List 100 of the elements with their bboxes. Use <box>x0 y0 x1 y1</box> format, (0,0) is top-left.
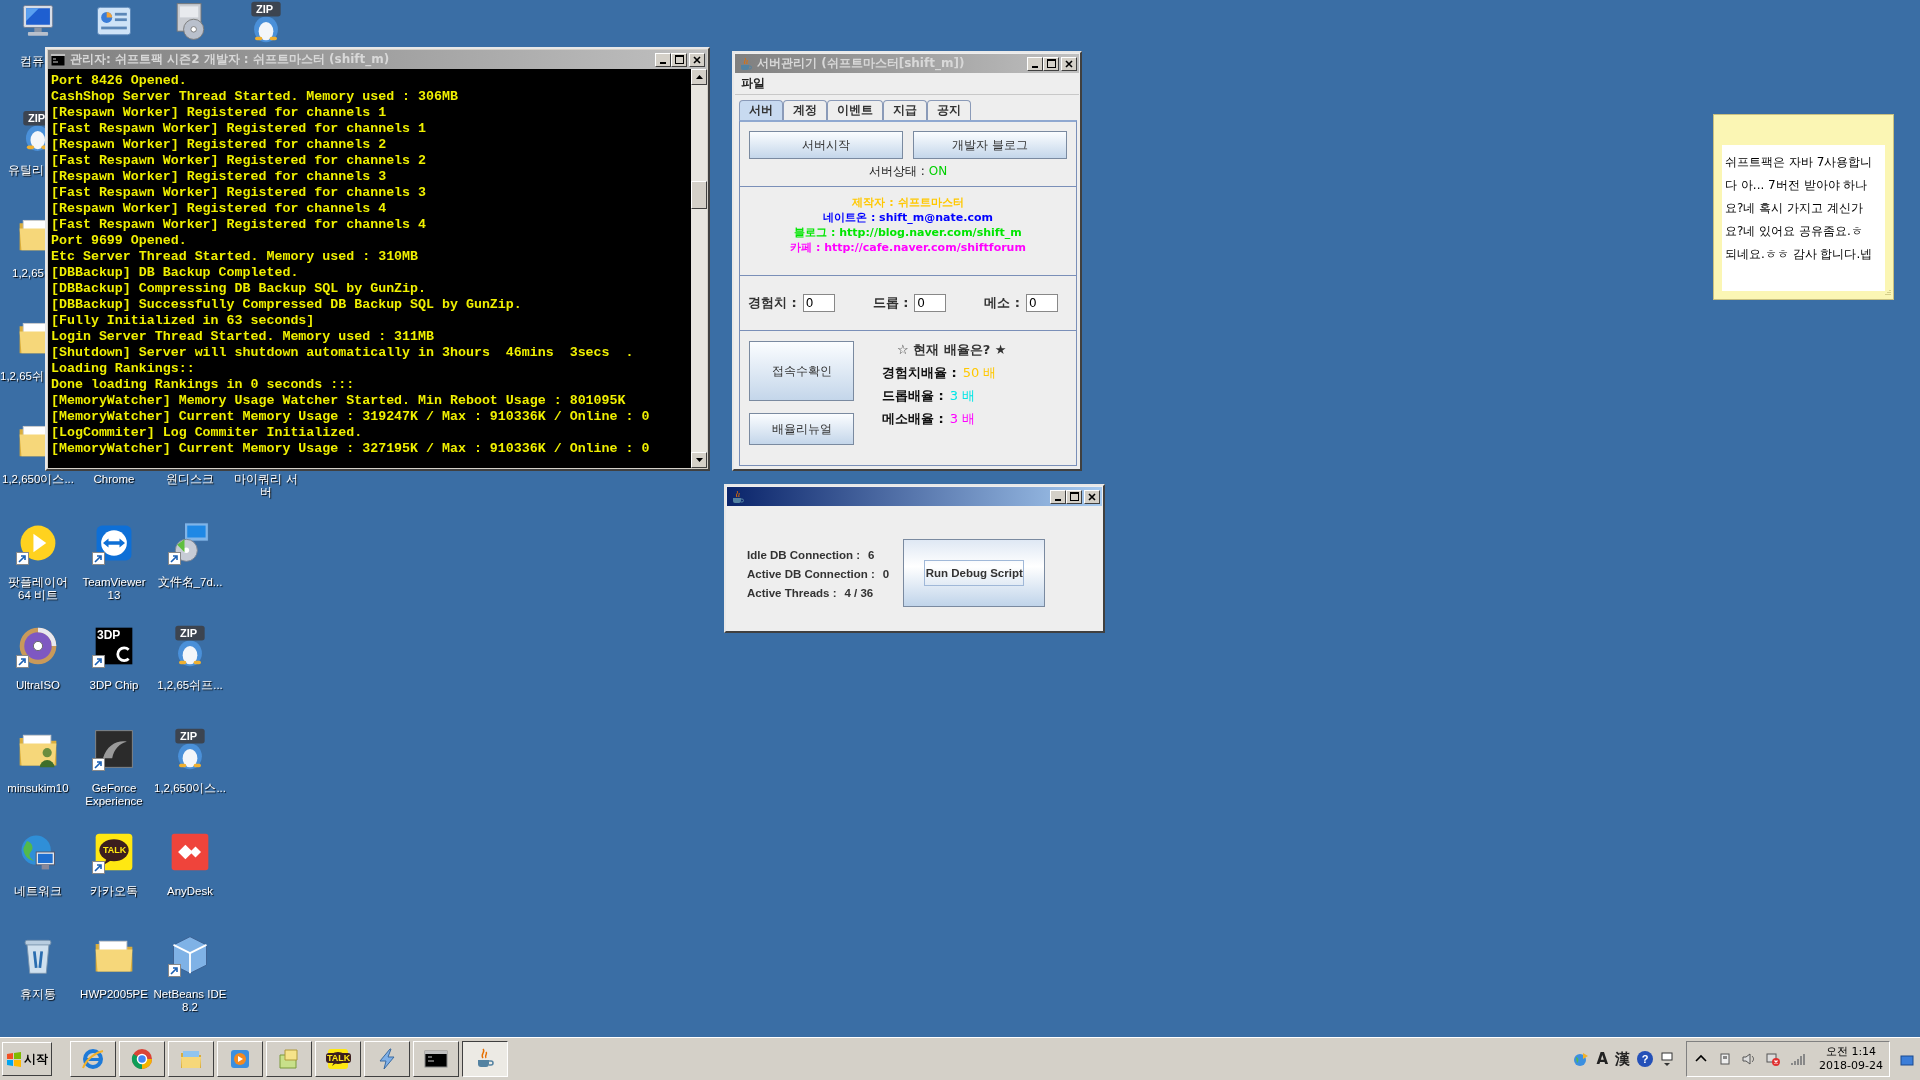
icon-caption[interactable]: NetBeans IDE 8.2 <box>153 988 227 1014</box>
icon-caption[interactable]: HWP2005PE <box>77 988 151 1001</box>
console-line: [Respawn Worker] Registered for channels 2 <box>51 137 388 153</box>
console-line: Done loading Rankings in 0 seconds ::: <box>51 377 356 393</box>
scroll-thumb[interactable] <box>691 181 707 209</box>
icon-label: ZIP <box>180 627 198 639</box>
console-line: [DBBackup] Compressing DB Backup SQL by GunZip. <box>51 281 428 297</box>
browser-circle-icon <box>130 1047 154 1071</box>
taskbar-button[interactable]: TALK <box>315 1041 361 1077</box>
info-line: 블로그 : http://blog.naver.com/shift_m <box>794 225 1022 240</box>
close-button[interactable] <box>1084 489 1100 504</box>
icon-caption[interactable]: 휴지통 <box>1 988 75 1001</box>
clock-date[interactable]: 2018-09-24 <box>1819 1059 1883 1073</box>
console-line: [Fast Respawn Worker] Registered for channels 1 <box>51 121 428 137</box>
tab[interactable]: 서버 <box>739 100 783 120</box>
icon-caption[interactable]: 1,2,65쉬프... <box>153 679 227 692</box>
taskbar-button[interactable] <box>462 1041 508 1077</box>
icon-caption[interactable]: 1,2,65 <box>0 267 44 280</box>
icon-caption[interactable]: 1,2,65쉬 <box>0 370 44 383</box>
rate-label: 메소배율 : <box>882 410 944 428</box>
icon-caption[interactable]: TeamViewer 13 <box>77 576 151 602</box>
icon-caption[interactable]: AnyDesk <box>153 885 227 898</box>
input-field[interactable]: 0 <box>1026 294 1058 312</box>
icon-caption[interactable]: minsukim10 <box>1 782 75 795</box>
console-line: [MemoryWatcher] Memory Usage Watcher Started. Min Reboot Usage : 801095K <box>51 393 627 409</box>
rate-value: 50 배 <box>962 364 997 382</box>
console-line: [MemoryWatcher] Current Memory Usage : 319247K / Max : 910336K / Online : 0 <box>51 409 651 425</box>
run-script-button[interactable]: Run Debug Script <box>903 539 1046 607</box>
icon-caption[interactable]: 네트워크 <box>1 885 75 898</box>
input-field[interactable]: 0 <box>914 294 947 312</box>
tab[interactable]: 지급 <box>883 100 927 120</box>
help-button[interactable]: ? <box>1637 1051 1654 1067</box>
field-label: 메소 : <box>984 294 1020 312</box>
button[interactable]: 서버시작 <box>749 131 903 159</box>
console-line: [Respawn Worker] Registered for channels 1 <box>51 105 388 121</box>
rate-label: 경험치배율 : <box>882 364 957 382</box>
info-line: 제작자 : 쉬프트마스터 <box>852 195 964 210</box>
tab[interactable]: 계정 <box>783 100 827 120</box>
status-label: 서버상태 : <box>868 164 925 178</box>
swirl-icon[interactable] <box>92 727 136 771</box>
icon-label: TALK <box>326 1053 352 1063</box>
icon-label: TALK <box>103 845 127 855</box>
button[interactable]: 개발자 블로그 <box>913 131 1067 159</box>
icon-caption[interactable]: 팟플레이어 64 비트 <box>1 576 75 602</box>
scrollbar[interactable] <box>691 69 707 468</box>
field-label: 드롭 : <box>872 294 909 312</box>
ime-indicator[interactable]: A <box>1596 1050 1609 1068</box>
note-text: 쉬프트팩은 자바 7사용합니 <box>1725 154 1874 171</box>
console-line: [MemoryWatcher] Current Memory Usage : 327195K / Max : 910336K / Online : 0 <box>51 441 651 457</box>
console-line: Port 9699 Opened. <box>51 233 188 249</box>
console-line: [Fully Initialized in 63 seconds] <box>51 313 316 329</box>
button[interactable]: 배율리뉴얼 <box>749 413 854 445</box>
icon-caption[interactable]: 文件名_7d... <box>153 576 227 589</box>
button[interactable]: 접속수확인 <box>749 341 854 401</box>
info-line: 네이트온 : shift_m@nate.com <box>823 210 993 225</box>
windows-flag-icon <box>6 1051 22 1067</box>
icon-caption[interactable]: 유틸리 <box>0 164 44 177</box>
icon-caption[interactable]: UltraISO <box>1 679 75 692</box>
rates-title: ☆ 현재 배율은? ★ <box>897 341 1007 359</box>
input-field[interactable]: 0 <box>802 294 835 312</box>
console-line: [DBBackup] DB Backup Completed. <box>51 265 300 281</box>
menu-item[interactable]: 파일 <box>741 75 765 92</box>
icon-caption[interactable]: 마이쿼리 서버 <box>229 473 303 499</box>
icon-label: 3DP <box>97 629 121 641</box>
notes-icon <box>277 1047 301 1071</box>
icon-caption[interactable]: 1,2,650이스... <box>1 473 75 486</box>
icon-caption[interactable]: 컴퓨 <box>0 55 44 68</box>
close-icon[interactable] <box>1088 492 1096 501</box>
ime-indicator[interactable]: 漢 <box>1615 1049 1631 1069</box>
browser-e-icon <box>81 1047 105 1071</box>
icon-caption[interactable]: GeForce Experience <box>77 782 151 808</box>
network-error-icon[interactable] <box>1765 1051 1782 1067</box>
info-line: 카페 : http://cafe.naver.com/shiftforum <box>790 240 1026 255</box>
media-player-icon <box>228 1047 252 1071</box>
icon-label: ZIP <box>28 112 46 124</box>
icon-caption[interactable]: 카카오톡 <box>77 885 151 898</box>
start-button[interactable]: 시작 <box>2 1042 52 1076</box>
stat-value: 6 <box>868 549 875 561</box>
scroll-down-icon[interactable] <box>695 458 703 462</box>
console-line: [DBBackup] Successfully Compressed DB Backup SQL by GunZip. <box>51 297 523 313</box>
stat-label: Idle DB Connection : <box>747 549 861 561</box>
scroll-up-icon[interactable] <box>695 75 703 79</box>
rate-label: 드롭배율 : <box>882 387 944 405</box>
tab[interactable]: 공지 <box>927 100 971 120</box>
note-text: 요?네 혹시 가지고 계신가 <box>1725 200 1864 217</box>
icon-caption[interactable]: 3DP Chip <box>77 679 151 692</box>
resize-grip-icon[interactable] <box>1883 289 1891 297</box>
console-line: [Respawn Worker] Registered for channels 3 <box>51 169 388 185</box>
window-title: 서버관리기 (쉬프트마스터[shift_m]) <box>757 55 966 72</box>
field-label: 경험치 : <box>748 294 797 312</box>
clock-time[interactable]: 오전 1:14 <box>1825 1045 1877 1059</box>
stat-label: Active DB Connection : <box>747 568 875 580</box>
icon-caption[interactable]: Chrome <box>77 473 151 486</box>
minimize-button[interactable] <box>1050 489 1066 504</box>
icon-caption[interactable]: 1,2,650이스... <box>153 782 227 795</box>
stat-value: 0 <box>882 568 890 580</box>
tab[interactable]: 이벤트 <box>827 100 883 120</box>
icon-caption[interactable]: 원디스크 <box>153 473 227 486</box>
rate-value: 3 배 <box>949 387 976 405</box>
console-icon <box>50 51 66 68</box>
